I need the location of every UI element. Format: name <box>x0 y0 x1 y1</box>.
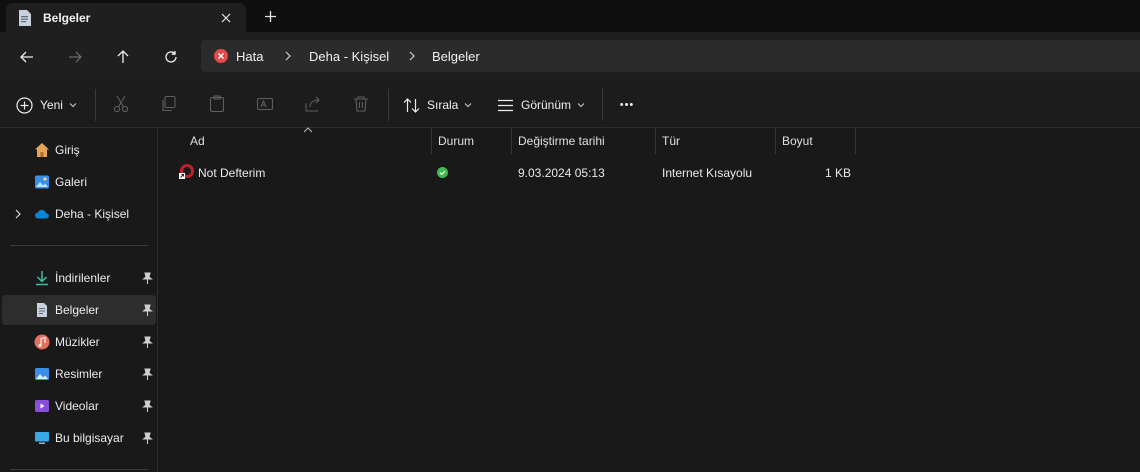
view-button[interactable]: Görünüm <box>497 92 585 118</box>
forward-button[interactable] <box>61 43 89 71</box>
breadcrumb-deha-kisisel[interactable]: Deha - Kişisel <box>309 49 389 64</box>
sidebar-item-belgeler[interactable]: Belgeler <box>2 295 156 325</box>
add-circle-icon <box>16 96 33 114</box>
file-name: Not Defterim <box>198 166 266 180</box>
view-list-icon <box>498 99 513 111</box>
computer-icon <box>35 432 49 444</box>
share-icon[interactable] <box>304 95 322 113</box>
sort-button[interactable]: Sırala <box>403 92 472 118</box>
toolbar-divider <box>388 89 389 121</box>
up-arrow-icon <box>117 50 129 63</box>
address-bar[interactable]: Hata Deha - Kişisel Belgeler <box>201 40 1140 72</box>
chevron-right-icon[interactable] <box>282 50 294 62</box>
sort-ascending-icon <box>303 127 313 133</box>
pin-icon[interactable] <box>142 400 153 412</box>
sync-status-icon <box>437 167 448 178</box>
breadcrumb-hata[interactable]: Hata <box>236 49 263 64</box>
column-header-modified[interactable]: Değiştirme tarihi <box>512 128 656 154</box>
paste-icon[interactable] <box>208 95 226 113</box>
refresh-button[interactable] <box>157 43 185 71</box>
file-list: Ad Durum Değiştirme tarihi Tür Boyut Not… <box>159 127 1140 472</box>
more-options-icon: ••• <box>619 99 635 111</box>
sidebar-item-indirilenler[interactable]: İndirilenler <box>2 263 156 293</box>
music-icon <box>34 334 50 350</box>
forward-arrow-icon <box>69 51 82 63</box>
new-label: Yeni <box>40 98 63 112</box>
chevron-down-icon <box>577 103 585 108</box>
sidebar-item-bu-bilgisayar[interactable]: Bu bilgisayar <box>2 423 156 453</box>
tab-belgeler[interactable]: Belgeler <box>6 3 246 32</box>
download-icon <box>36 271 48 286</box>
breadcrumb-belgeler[interactable]: Belgeler <box>432 49 480 64</box>
new-button[interactable]: Yeni <box>16 92 77 118</box>
chevron-down-icon <box>465 103 472 108</box>
sort-label: Sırala <box>427 98 459 112</box>
home-icon <box>35 143 49 157</box>
sidebar-item-muzikler[interactable]: Müzikler <box>2 327 156 357</box>
pin-icon[interactable] <box>142 304 153 316</box>
new-tab-button[interactable] <box>260 6 280 26</box>
error-icon <box>214 49 228 63</box>
column-header-status[interactable]: Durum <box>432 128 512 154</box>
delete-icon[interactable] <box>352 95 370 113</box>
file-modified: 9.03.2024 05:13 <box>518 166 605 180</box>
sidebar-item-label: İndirilenler <box>55 271 111 285</box>
sort-icon <box>403 97 420 113</box>
title-bar: Belgeler <box>0 0 1140 32</box>
internet-shortcut-icon <box>179 164 194 179</box>
file-row[interactable]: Not Defterim 9.03.2024 05:13 Internet Kı… <box>159 160 859 184</box>
more-options-button[interactable]: ••• <box>612 92 642 118</box>
document-icon <box>19 10 31 26</box>
plus-icon <box>264 10 276 22</box>
view-label: Görünüm <box>521 98 572 112</box>
sidebar-item-deha-kisisel[interactable]: Deha - Kişisel <box>2 199 156 229</box>
copy-icon[interactable] <box>160 95 178 113</box>
sidebar-item-label: Galeri <box>55 175 88 189</box>
sidebar-item-label: Videolar <box>55 399 99 413</box>
chevron-down-icon <box>69 103 77 108</box>
close-icon <box>221 13 231 23</box>
gallery-icon <box>35 175 49 189</box>
sidebar-item-resimler[interactable]: Resimler <box>2 359 156 389</box>
pin-icon[interactable] <box>142 272 153 284</box>
column-header-size[interactable]: Boyut <box>776 128 856 154</box>
command-bar: Yeni Sırala Görünüm ••• <box>0 80 1140 128</box>
pictures-icon <box>35 368 49 380</box>
onedrive-cloud-icon <box>35 209 49 219</box>
column-header-type[interactable]: Tür <box>656 128 776 154</box>
pin-icon[interactable] <box>142 368 153 380</box>
cut-icon[interactable] <box>112 95 130 113</box>
refresh-icon <box>165 51 177 63</box>
chevron-right-icon[interactable] <box>406 50 418 62</box>
tab-title: Belgeler <box>43 11 91 25</box>
rename-icon[interactable] <box>256 95 274 113</box>
file-type: Internet Kısayolu <box>662 166 753 180</box>
sidebar-item-label: Resimler <box>55 367 103 381</box>
sidebar-item-label: Müzikler <box>55 335 100 349</box>
sidebar-item-label: Deha - Kişisel <box>55 207 130 221</box>
chevron-right-icon[interactable] <box>13 209 23 219</box>
column-header-name[interactable]: Ad <box>184 127 432 154</box>
navigation-bar: Hata Deha - Kişisel Belgeler <box>0 32 1140 80</box>
sidebar-divider <box>10 469 148 470</box>
back-arrow-icon <box>20 51 33 63</box>
up-button[interactable] <box>109 43 137 71</box>
pin-icon[interactable] <box>142 432 153 444</box>
navigation-pane: Giriş Galeri Deha - Kişisel İndirilenler <box>0 128 158 472</box>
sidebar-item-galeri[interactable]: Galeri <box>2 167 156 197</box>
sidebar-item-label: Belgeler <box>55 303 100 317</box>
file-size: 1 KB <box>825 166 852 180</box>
videos-icon <box>35 400 49 412</box>
close-tab-button[interactable] <box>216 8 236 28</box>
back-button[interactable] <box>13 43 41 71</box>
toolbar-divider <box>602 89 603 121</box>
sidebar-item-videolar[interactable]: Videolar <box>2 391 156 421</box>
sidebar-item-label: Giriş <box>55 143 80 157</box>
sidebar-item-giris[interactable]: Giriş <box>2 135 156 165</box>
toolbar-divider <box>95 89 96 121</box>
sidebar-divider <box>10 245 148 246</box>
pin-icon[interactable] <box>142 336 153 348</box>
document-icon <box>37 303 47 317</box>
sidebar-item-label: Bu bilgisayar <box>55 431 124 445</box>
